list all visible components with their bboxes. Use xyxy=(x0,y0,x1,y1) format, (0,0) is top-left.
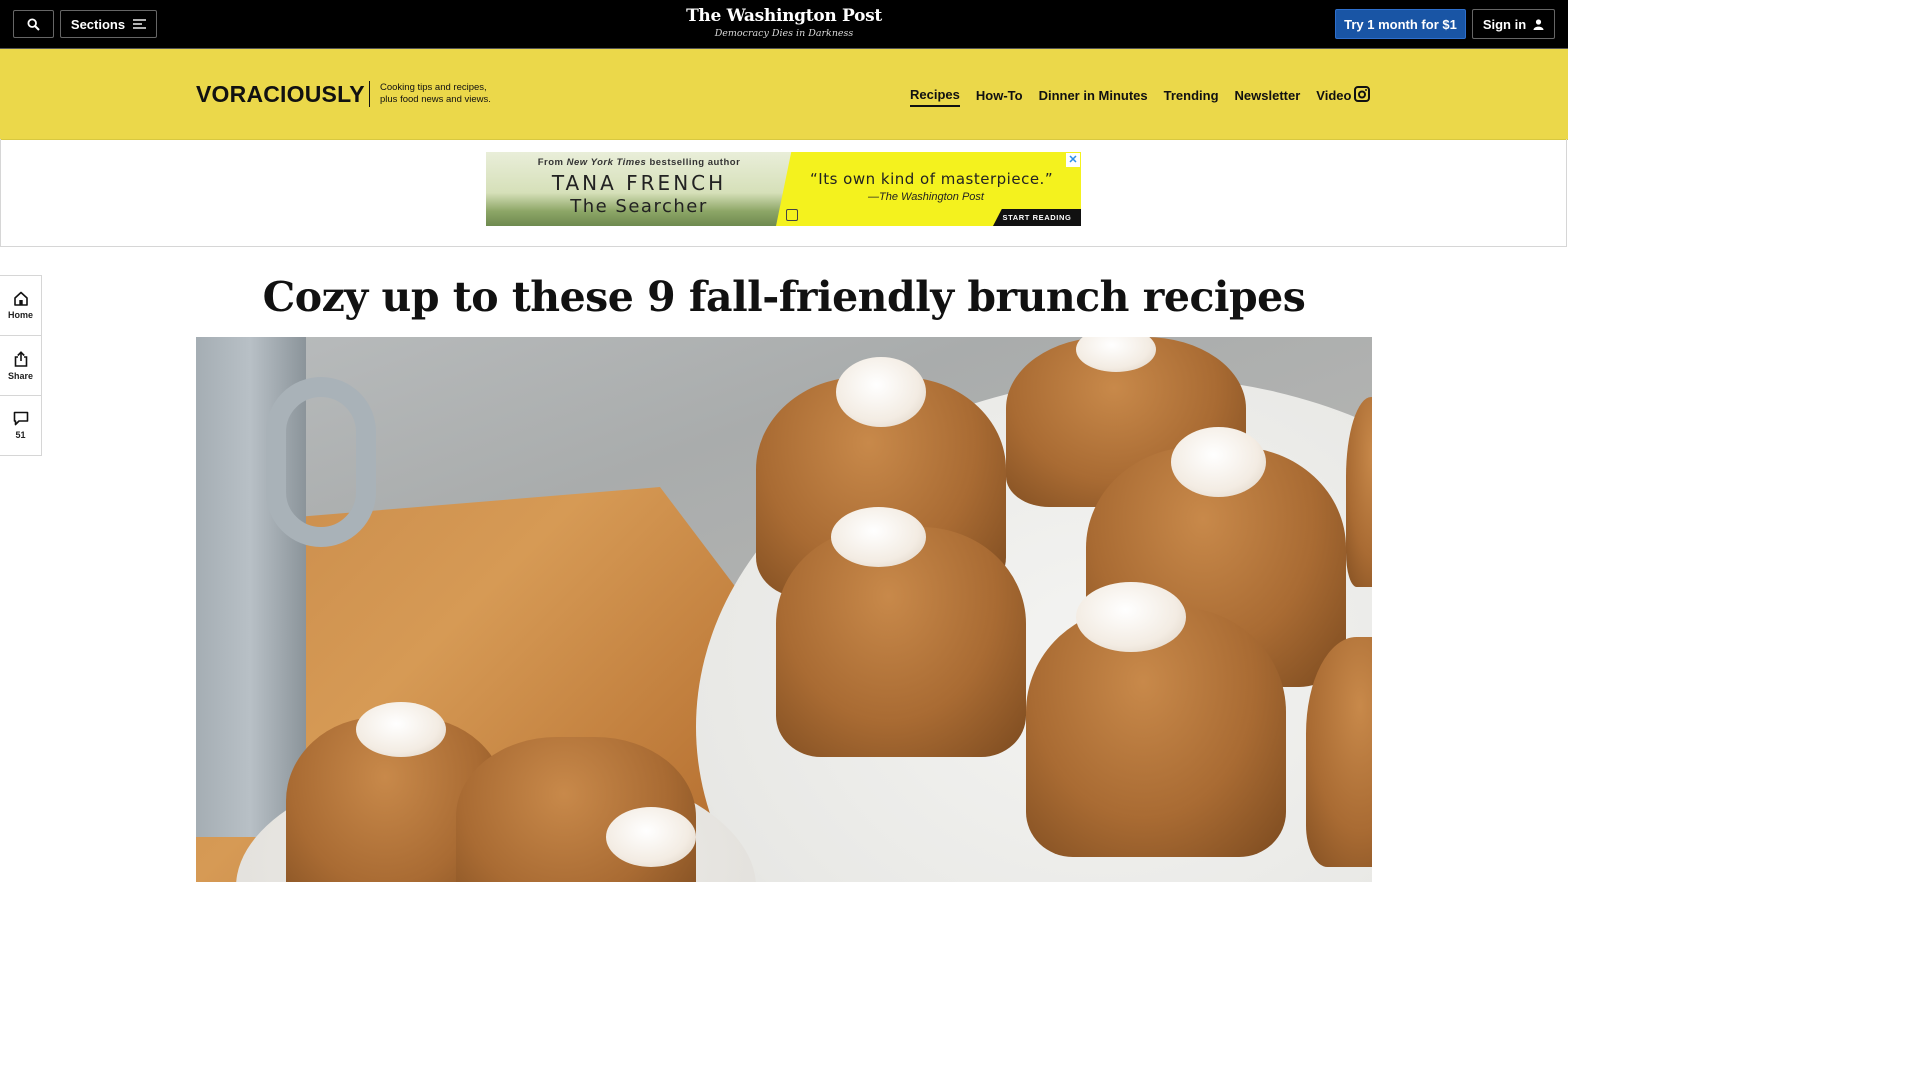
ad-close-icon[interactable]: ✕ xyxy=(1066,153,1080,167)
nav-how-to[interactable]: How-To xyxy=(976,86,1023,106)
menu-icon xyxy=(133,19,147,29)
rail-home-button[interactable]: Home xyxy=(0,276,41,336)
comment-icon xyxy=(13,411,28,426)
user-icon xyxy=(1533,18,1544,30)
masthead-name: The Washington Post xyxy=(686,6,882,26)
instagram-icon[interactable] xyxy=(1354,86,1370,102)
masthead-tagline: Democracy Dies in Darkness xyxy=(714,28,854,39)
rail-share-label: Share xyxy=(7,370,33,381)
ad-book-title: The Searcher xyxy=(570,196,708,217)
nav-recipes[interactable]: Recipes xyxy=(910,85,960,107)
hero-image xyxy=(196,337,1372,882)
nav-dinner-in-minutes[interactable]: Dinner in Minutes xyxy=(1039,86,1148,106)
voraciously-logo[interactable]: VORACIOUSLY xyxy=(196,81,365,107)
header-tagline: Cooking tips and recipes, plus food news… xyxy=(380,82,491,106)
cream-topping-graphic xyxy=(1171,427,1266,497)
rail-comments-button[interactable]: 51 xyxy=(0,396,41,455)
left-rail: Home Share 51 xyxy=(0,275,42,456)
sign-in-label: Sign in xyxy=(1482,16,1527,32)
share-icon xyxy=(14,350,27,367)
cream-topping-graphic xyxy=(356,702,446,757)
ad-author: TANA FRENCH xyxy=(551,171,727,195)
ad-choices-icon[interactable] xyxy=(786,209,798,221)
nav-video[interactable]: Video xyxy=(1316,86,1351,106)
cream-topping-graphic xyxy=(606,807,696,867)
subscribe-button[interactable]: Try 1 month for $1 xyxy=(1335,9,1466,39)
nav-trending[interactable]: Trending xyxy=(1164,86,1219,106)
section-header: VORACIOUSLY Cooking tips and recipes, pl… xyxy=(0,49,1568,140)
masthead-link[interactable]: The Washington Post Democracy Dies in Da… xyxy=(684,5,884,41)
article-headline: Cozy up to these 9 fall-friendly brunch … xyxy=(262,273,1306,321)
search-button[interactable] xyxy=(13,10,54,38)
ad-from-publication: New York Times xyxy=(566,157,647,168)
mug-handle-graphic xyxy=(266,377,376,547)
rail-home-label: Home xyxy=(7,310,33,320)
search-icon xyxy=(27,17,40,31)
home-icon xyxy=(13,291,28,306)
ad-start-reading-button[interactable]: START READING xyxy=(993,209,1081,226)
advertisement-banner[interactable]: From New York Times bestselling author T… xyxy=(486,152,1081,226)
cream-topping-graphic xyxy=(831,507,926,567)
tagline-line-2: plus food news and views. xyxy=(380,94,491,105)
section-nav: Recipes How-To Dinner in Minutes Trendin… xyxy=(910,85,1351,107)
rail-share-button[interactable]: Share xyxy=(0,336,41,396)
ad-from-line: From New York Times bestselling author xyxy=(486,157,792,168)
cream-topping-graphic xyxy=(836,357,926,427)
header-divider xyxy=(369,81,370,107)
top-bar: Sections The Washington Post Democracy D… xyxy=(0,0,1568,49)
ad-from-suffix: bestselling author xyxy=(649,157,741,168)
ad-book-panel: From New York Times bestselling author T… xyxy=(486,152,792,226)
ad-from-prefix: From xyxy=(537,157,564,168)
sign-in-button[interactable]: Sign in xyxy=(1472,9,1555,39)
sections-button[interactable]: Sections xyxy=(60,10,157,38)
tagline-line-1: Cooking tips and recipes, xyxy=(380,82,487,93)
cream-topping-graphic xyxy=(1076,582,1186,652)
rail-comments-count: 51 xyxy=(15,430,26,440)
ad-citation: —The Washington Post xyxy=(868,191,984,203)
sections-label: Sections xyxy=(70,16,126,32)
ad-quote: “Its own kind of masterpiece.” xyxy=(810,170,1054,188)
nav-newsletter[interactable]: Newsletter xyxy=(1235,86,1301,106)
ad-quote-panel: “Its own kind of masterpiece.” —The Wash… xyxy=(776,152,1081,226)
